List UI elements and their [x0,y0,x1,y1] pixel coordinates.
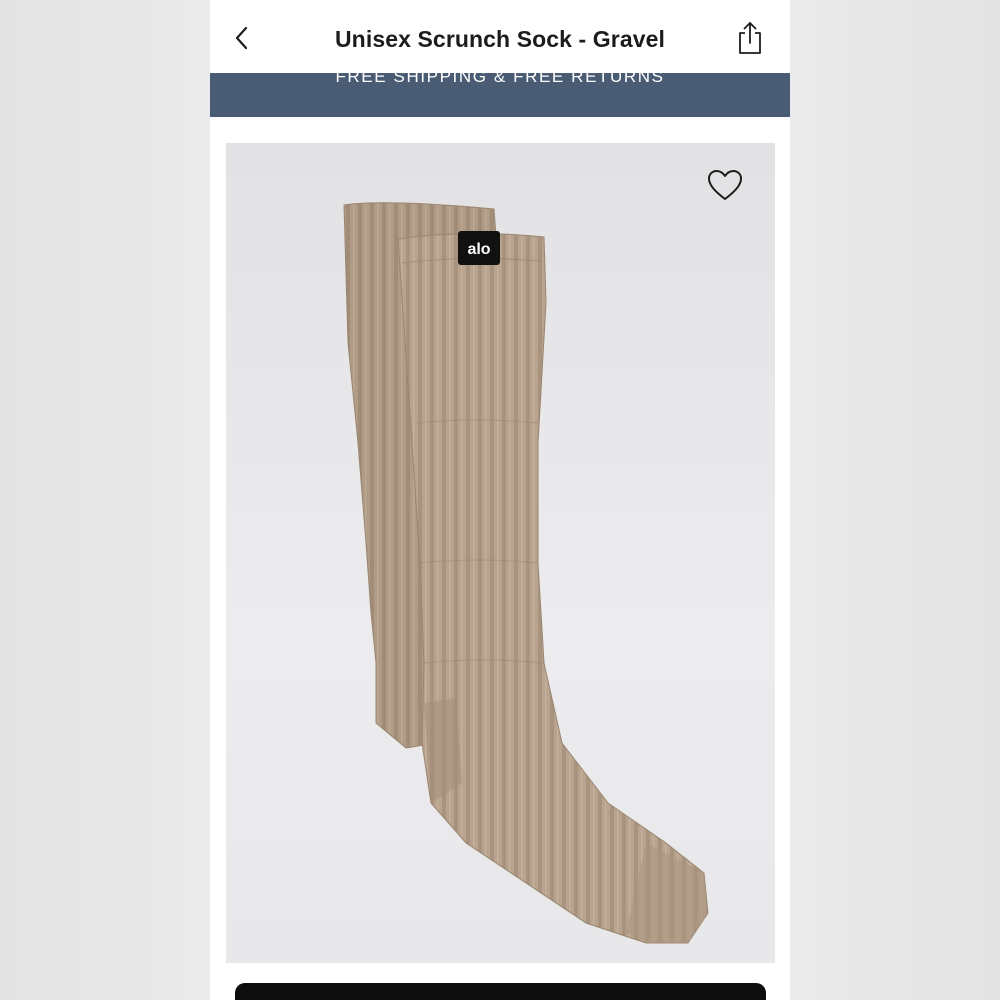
app-screen: Unisex Scrunch Sock - Gravel FREE SHIPPI… [210,0,790,1000]
page-title: Unisex Scrunch Sock - Gravel [334,26,666,52]
heart-icon [707,169,743,201]
brand-tag-label: alo [467,241,490,258]
share-icon [735,21,765,60]
product-image[interactable]: alo [226,143,775,963]
sock-illustration: alo [343,202,709,944]
add-to-bag-button[interactable] [235,983,766,1000]
back-button[interactable] [224,22,260,58]
share-button[interactable] [730,20,770,60]
chevron-left-icon [232,25,252,56]
promo-banner-text: FREE SHIPPING & FREE RETURNS [335,73,665,86]
favorite-button[interactable] [705,165,745,205]
promo-banner: FREE SHIPPING & FREE RETURNS [210,73,790,117]
top-navigation-bar: Unisex Scrunch Sock - Gravel [210,0,790,73]
brand-tag: alo [458,231,500,265]
